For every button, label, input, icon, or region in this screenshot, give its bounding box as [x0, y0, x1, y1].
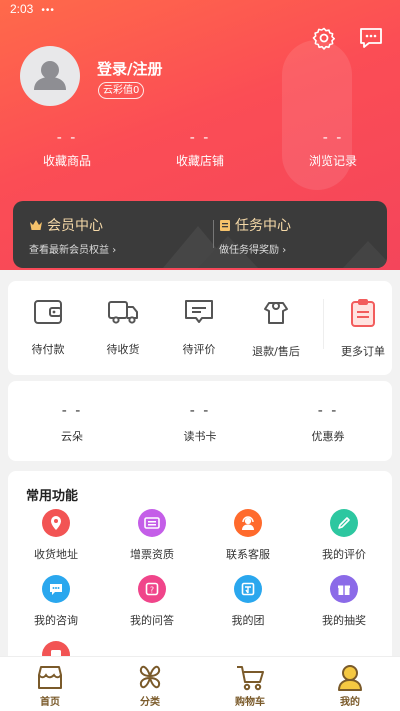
tab-label: 购物车 [235, 697, 265, 708]
fn-my-reviews[interactable]: 我的评价 [304, 509, 384, 562]
comment-icon [185, 300, 213, 323]
divider [323, 299, 324, 349]
fn-my-group[interactable]: 我的团 [208, 575, 288, 628]
order-label: 待付款 [31, 343, 65, 356]
task-doc-icon [220, 219, 230, 231]
svg-text:?: ? [150, 586, 154, 595]
order-pending-payment[interactable]: 待付款 [18, 297, 78, 357]
status-dots: ••• [41, 5, 55, 16]
tab-home[interactable]: 首页 [20, 663, 80, 708]
tab-category[interactable]: 分类 [120, 663, 180, 708]
fn-shipping-address[interactable]: 收货地址 [16, 509, 96, 562]
bottom-tab-bar: 首页 分类 购物车 我的 [0, 656, 400, 711]
fn-label: 我的抽奖 [322, 614, 366, 627]
fn-customer-service[interactable]: 联系客服 [208, 509, 288, 562]
order-more[interactable]: 更多订单 [333, 297, 393, 359]
fn-my-consultations[interactable]: 我的咨询 [16, 575, 96, 628]
chevron-right-icon: › [282, 245, 287, 256]
stat-browse-history[interactable]: - - 浏览记录 [268, 130, 398, 169]
tab-cart[interactable]: 购物车 [220, 663, 280, 708]
fn-my-qa[interactable]: ? 我的问答 [112, 575, 192, 628]
service-icon [234, 509, 262, 537]
refund-icon [264, 302, 288, 324]
wallet-icon [34, 300, 62, 324]
chat-icon [42, 575, 70, 603]
task-subtitle: 做任务得奖励 [219, 245, 279, 256]
asset-value: - - [189, 403, 211, 419]
stat-value: - - [56, 130, 78, 146]
fn-label: 增票资质 [130, 548, 174, 561]
asset-label: 云朵 [61, 430, 83, 443]
assets-card: - - 云朵 - - 读书卡 - - 优惠券 [8, 381, 392, 461]
pencil-icon [330, 509, 358, 537]
clipboard-icon [351, 299, 375, 327]
order-label: 待评价 [182, 343, 216, 356]
asset-reading-card[interactable]: - - 读书卡 [140, 403, 260, 444]
fn-label: 联系客服 [226, 548, 270, 561]
tab-label: 我的 [340, 697, 360, 708]
stat-label: 浏览记录 [308, 154, 357, 168]
order-label: 待收货 [106, 343, 140, 356]
order-label: 更多订单 [341, 345, 385, 358]
fn-invoice-qualification[interactable]: 增票资质 [112, 509, 192, 562]
order-pending-review[interactable]: 待评价 [169, 297, 229, 357]
login-register-link[interactable]: 登录/注册 [97, 58, 162, 79]
divider [213, 220, 214, 248]
order-pending-receipt[interactable]: 待收货 [93, 297, 153, 357]
qa-icon: ? [138, 575, 166, 603]
crown-icon [30, 220, 42, 230]
stat-value: - - [189, 130, 211, 146]
stat-label: 收藏店铺 [175, 154, 224, 168]
stat-favorite-products[interactable]: - - 收藏商品 [2, 130, 132, 169]
member-task-card: 会员中心 查看最新会员权益 › 任务中心 做任务得奖励 › [13, 201, 387, 268]
tab-label: 分类 [140, 697, 160, 708]
group-icon [234, 575, 262, 603]
cloud-points-badge: 云彩值0 [98, 82, 145, 99]
asset-value: - - [61, 403, 83, 419]
home-icon [38, 666, 62, 689]
fn-label: 我的咨询 [34, 614, 78, 627]
ticket-icon [138, 509, 166, 537]
common-functions-card: 常用功能 收货地址 增票资质 联系客服 我的评价 我的咨询 ? 我的问答 我的团… [8, 471, 392, 671]
section-title: 常用功能 [26, 489, 79, 504]
message-icon[interactable] [358, 26, 384, 52]
asset-label: 读书卡 [183, 430, 217, 443]
profile-icon [338, 665, 362, 691]
vip-center[interactable]: 会员中心 查看最新会员权益 › [29, 215, 116, 256]
status-bar: 2:03 ••• [10, 2, 55, 16]
asset-label: 优惠券 [311, 430, 345, 443]
vip-title: 会员中心 [47, 218, 103, 234]
fn-my-lottery[interactable]: 我的抽奖 [304, 575, 384, 628]
chevron-right-icon: › [112, 245, 117, 256]
fn-label: 我的团 [231, 614, 265, 627]
gift-icon [330, 575, 358, 603]
tab-profile[interactable]: 我的 [320, 663, 380, 708]
stat-favorite-shops[interactable]: - - 收藏店铺 [135, 130, 265, 169]
asset-value: - - [317, 403, 339, 419]
vip-subtitle: 查看最新会员权益 [29, 245, 109, 256]
truck-icon [108, 301, 138, 324]
cart-icon [237, 666, 264, 691]
order-label: 退款/售后 [252, 345, 300, 358]
asset-cloud[interactable]: - - 云朵 [12, 403, 132, 444]
tab-label: 首页 [40, 697, 60, 708]
user-silhouette-icon [34, 61, 66, 90]
settings-gear-icon[interactable] [312, 26, 338, 52]
fn-label: 收货地址 [34, 548, 78, 561]
fn-label: 我的问答 [130, 614, 174, 627]
stat-value: - - [322, 130, 344, 146]
category-icon [139, 665, 161, 689]
status-time: 2:03 [10, 2, 34, 16]
task-center[interactable]: 任务中心 做任务得奖励 › [219, 215, 291, 256]
stat-label: 收藏商品 [42, 154, 91, 168]
location-icon [42, 509, 70, 537]
asset-coupon[interactable]: - - 优惠券 [268, 403, 388, 444]
task-title: 任务中心 [235, 218, 291, 234]
order-refund-aftersale[interactable]: 退款/售后 [246, 297, 306, 359]
fn-label: 我的评价 [322, 548, 366, 561]
avatar[interactable] [20, 46, 80, 106]
orders-card: 待付款 待收货 待评价 退款/售后 更多订单 [8, 281, 392, 375]
